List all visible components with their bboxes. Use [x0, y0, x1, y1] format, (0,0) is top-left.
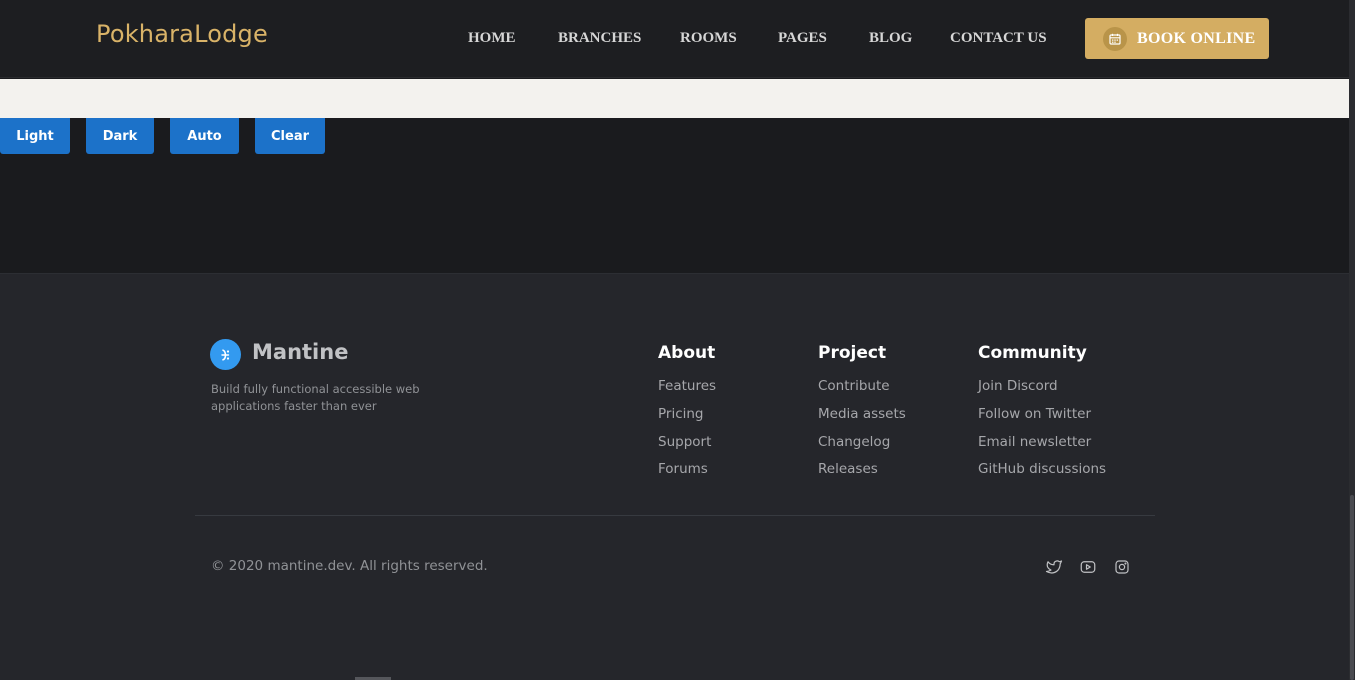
- footer-link-changelog[interactable]: Changelog: [818, 434, 890, 450]
- theme-light-button[interactable]: Light: [0, 118, 70, 154]
- footer-column-title-community: Community: [978, 343, 1087, 363]
- site-logo[interactable]: PokharaLodge: [96, 20, 268, 48]
- nav-home[interactable]: HOME: [468, 30, 516, 47]
- twitter-icon[interactable]: [1044, 557, 1064, 577]
- footer-brand-name[interactable]: Mantine: [252, 340, 348, 364]
- site-footer: Mantine Build fully functional accessibl…: [0, 273, 1349, 680]
- footer-copyright: © 2020 mantine.dev. All rights reserved.: [211, 558, 488, 574]
- scrollbar-thumb[interactable]: [1350, 495, 1354, 680]
- mantine-logo-icon[interactable]: [210, 339, 241, 370]
- theme-auto-button[interactable]: Auto: [170, 118, 239, 154]
- footer-link-join-discord[interactable]: Join Discord: [978, 378, 1058, 394]
- footer-link-github-discussions[interactable]: GitHub discussions: [978, 461, 1106, 477]
- nav-rooms[interactable]: ROOMS: [680, 30, 737, 47]
- footer-link-features[interactable]: Features: [658, 378, 716, 394]
- footer-link-support[interactable]: Support: [658, 434, 711, 450]
- theme-dark-button[interactable]: Dark: [86, 118, 154, 154]
- nav-branches[interactable]: BRANCHES: [558, 30, 641, 47]
- page-scrollbar[interactable]: [1349, 0, 1355, 680]
- book-online-label: BOOK ONLINE: [1137, 29, 1256, 47]
- footer-link-email-newsletter[interactable]: Email newsletter: [978, 434, 1091, 450]
- calendar-icon: [1103, 26, 1127, 51]
- footer-link-forums[interactable]: Forums: [658, 461, 708, 477]
- theme-clear-button[interactable]: Clear: [255, 118, 325, 154]
- nav-pages[interactable]: PAGES: [778, 30, 827, 47]
- footer-column-title-project: Project: [818, 343, 887, 363]
- footer-link-releases[interactable]: Releases: [818, 461, 878, 477]
- footer-link-pricing[interactable]: Pricing: [658, 406, 704, 422]
- book-online-button[interactable]: BOOK ONLINE: [1085, 18, 1269, 59]
- top-header: PokharaLodge HOME BRANCHES ROOMS PAGES B…: [0, 0, 1349, 78]
- youtube-icon[interactable]: [1078, 557, 1098, 577]
- nav-contact-us[interactable]: CONTACT US: [950, 30, 1047, 47]
- instagram-icon[interactable]: [1112, 557, 1132, 577]
- nav-blog[interactable]: BLOG: [869, 30, 912, 47]
- footer-link-media-assets[interactable]: Media assets: [818, 406, 906, 422]
- footer-link-follow-twitter[interactable]: Follow on Twitter: [978, 406, 1091, 422]
- footer-divider: [195, 515, 1155, 516]
- footer-tagline: Build fully functional accessible web ap…: [211, 382, 420, 413]
- footer-link-contribute[interactable]: Contribute: [818, 378, 890, 394]
- content-strip: [0, 79, 1349, 118]
- footer-column-title-about: About: [658, 343, 716, 363]
